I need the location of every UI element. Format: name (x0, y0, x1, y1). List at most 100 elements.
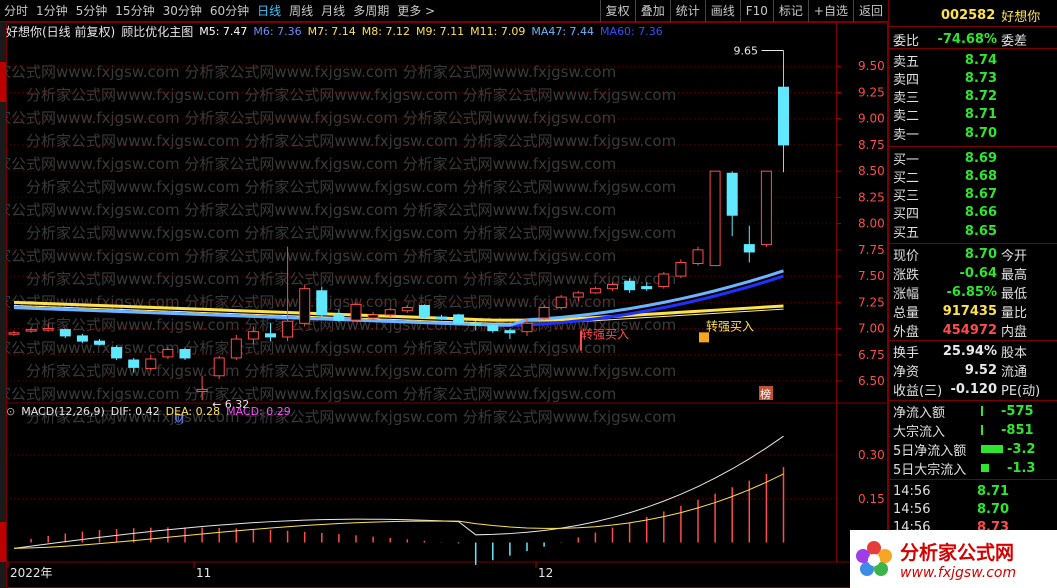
tab-5[interactable]: 60分钟 (206, 0, 253, 22)
candle-body (487, 324, 499, 332)
buy-marker-2 (699, 332, 709, 343)
stat2-row-0[interactable]: 换手 25.94% 股本 (889, 342, 1057, 361)
high-price-label: 9.65 (734, 44, 759, 57)
price-axis-label: 6.50 (858, 374, 885, 388)
toolbar-button-5[interactable]: 标记 (772, 0, 808, 22)
sell-label: 卖一 (893, 127, 920, 143)
tab-4[interactable]: 30分钟 (159, 0, 206, 22)
toolbar-button-1[interactable]: 叠加 (634, 0, 670, 22)
flow-row-3[interactable]: 5日大宗流入 -1.3 (889, 459, 1057, 478)
buy-row-1[interactable]: 买二 8.68 (889, 167, 1057, 186)
stat-row-0[interactable]: 现价 8.70 今开 (889, 245, 1057, 264)
sell-row-0[interactable]: 卖五 8.74 (889, 51, 1057, 70)
flow-row-1[interactable]: 大宗流入 -851 (889, 421, 1057, 440)
flow-bar (981, 464, 989, 472)
tab-8[interactable]: 月线 (317, 0, 349, 22)
candle-body (538, 307, 550, 319)
macd-info-line: ⊙ MACD(12,26,9) DIF: 0.42 DEA: 0.28 MACD… (6, 403, 291, 419)
panel-separator (889, 479, 1057, 480)
buy-label: 买五 (893, 225, 920, 241)
toolbar-button-4[interactable]: F10 (739, 0, 773, 22)
stat-row-1[interactable]: 涨跌 -0.64 最高 (889, 264, 1057, 283)
sell-price: 8.71 (964, 107, 997, 123)
tick-row-0[interactable]: 14:56 8.71 (889, 482, 1057, 500)
stock-header[interactable]: 002582 好想你 (889, 6, 1057, 25)
tab-7[interactable]: 周线 (285, 0, 317, 22)
stat2-row-1[interactable]: 净资 9.52 流通 (889, 361, 1057, 380)
flow-row-0[interactable]: 净流入额 -575 (889, 402, 1057, 421)
tab-6[interactable]: 日线 (253, 0, 285, 22)
time-axis-label: 2022年 (10, 566, 53, 580)
chart-info-line: 好想你(日线 前复权) 顾比优化主图 M5: 7.47 M6: 7.36 M7: 7… (6, 22, 663, 40)
stat-value: 8.70 (964, 246, 997, 262)
ma-label-7: MA60: 7.36 (600, 24, 663, 38)
stat2-label: 收益(三) (893, 383, 943, 399)
candle-body (230, 338, 242, 359)
chart-title: 好想你(日线 前复权) (6, 24, 116, 39)
candle-body (265, 333, 276, 338)
price-axis-label: 9.25 (858, 85, 885, 99)
flow-row-2[interactable]: 5日净流入额 -3.2 (889, 440, 1057, 459)
candle-body (367, 314, 379, 319)
sell-row-2[interactable]: 卖三 8.72 (889, 88, 1057, 106)
stat-row-4[interactable]: 外盘 454972 内盘 (889, 321, 1057, 340)
candle-body (624, 280, 636, 291)
tab-3[interactable]: 15分钟 (111, 0, 158, 22)
panel-separator (889, 146, 1057, 147)
stat2-row-2[interactable]: 收益(三) -0.120 PE(动) (889, 380, 1057, 399)
tab-1[interactable]: 1分钟 (32, 0, 72, 22)
buy-row-2[interactable]: 买三 8.67 (889, 186, 1057, 204)
logo-title: 分析家公式网 (900, 541, 1015, 564)
kline-chart[interactable]: 9.50 9.25 9.00 8.75 8.50 8.25 8.00 7.75 7.50 7.25… (6, 22, 888, 588)
tab-2[interactable]: 5分钟 (72, 0, 112, 22)
stat-row-2[interactable]: 涨幅 -6.85% 最低 (889, 283, 1057, 302)
sell-label: 卖四 (893, 72, 920, 88)
toolbar-button-7[interactable]: 返回 (852, 0, 888, 22)
candle-body (607, 283, 618, 290)
buy-row-4[interactable]: 买五 8.65 (889, 222, 1057, 241)
macd-name[interactable]: MACD(12,26,9) (21, 405, 105, 418)
tick-row-1[interactable]: 14:56 8.70 (889, 500, 1057, 518)
toolbar-button-0[interactable]: 复权 (599, 0, 635, 22)
candle-body (247, 331, 259, 340)
stat-label-right: 最低 (1001, 286, 1028, 302)
candle-body (658, 273, 670, 288)
flow-value: -3.2 (1007, 441, 1036, 457)
bang-label: 榜 (760, 387, 771, 401)
flow-value: -575 (1001, 403, 1034, 419)
candle-body (521, 322, 533, 333)
toolbar-button-2[interactable]: 统计 (669, 0, 705, 22)
candle-body (333, 314, 345, 321)
tab-10[interactable]: 更多 > (393, 0, 439, 22)
buy-row-0[interactable]: 买一 8.69 (889, 149, 1057, 168)
toolbar-button-6[interactable]: +自选 (807, 0, 853, 22)
stat-label: 涨跌 (893, 267, 920, 283)
candle-body (111, 346, 123, 359)
sell-label: 卖五 (893, 54, 920, 70)
tab-0[interactable]: 分时 (0, 0, 32, 22)
buy-price: 8.67 (964, 187, 997, 203)
toolbar-button-3[interactable]: 画线 (704, 0, 740, 22)
sell-price: 8.73 (964, 70, 997, 86)
stat-label: 现价 (893, 248, 920, 264)
price-axis-label: 7.75 (858, 243, 885, 257)
candle-body (25, 329, 37, 332)
tab-9[interactable]: 多周期 (349, 0, 393, 22)
sell-row-1[interactable]: 卖四 8.73 (889, 69, 1057, 88)
macd-axis-label: 0.30 (858, 448, 885, 462)
price-axis-label: 7.00 (858, 322, 885, 336)
sell-row-3[interactable]: 卖二 8.71 (889, 106, 1057, 124)
stat-label-right: 最高 (1001, 267, 1028, 283)
buy-label: 买二 (893, 170, 920, 186)
stat-row-3[interactable]: 总量 917435 量比 (889, 302, 1057, 321)
order-ratio-row[interactable]: 委比 -74.68% 委差 (889, 30, 1057, 49)
flow-bar (981, 425, 983, 435)
sell-row-4[interactable]: 卖一 8.70 (889, 124, 1057, 143)
candle-body (675, 261, 687, 277)
indicator-name[interactable]: 顾比优化主图 (121, 23, 193, 40)
candle-body (760, 170, 772, 246)
candle-body (8, 332, 20, 335)
buy-row-3[interactable]: 买四 8.66 (889, 204, 1057, 222)
settings-icon[interactable]: ⊙ (6, 405, 15, 418)
watermark-text: 分析家公式网www.fxjgsw.com 分析家公式网www.fxjgsw.co… (26, 86, 676, 104)
